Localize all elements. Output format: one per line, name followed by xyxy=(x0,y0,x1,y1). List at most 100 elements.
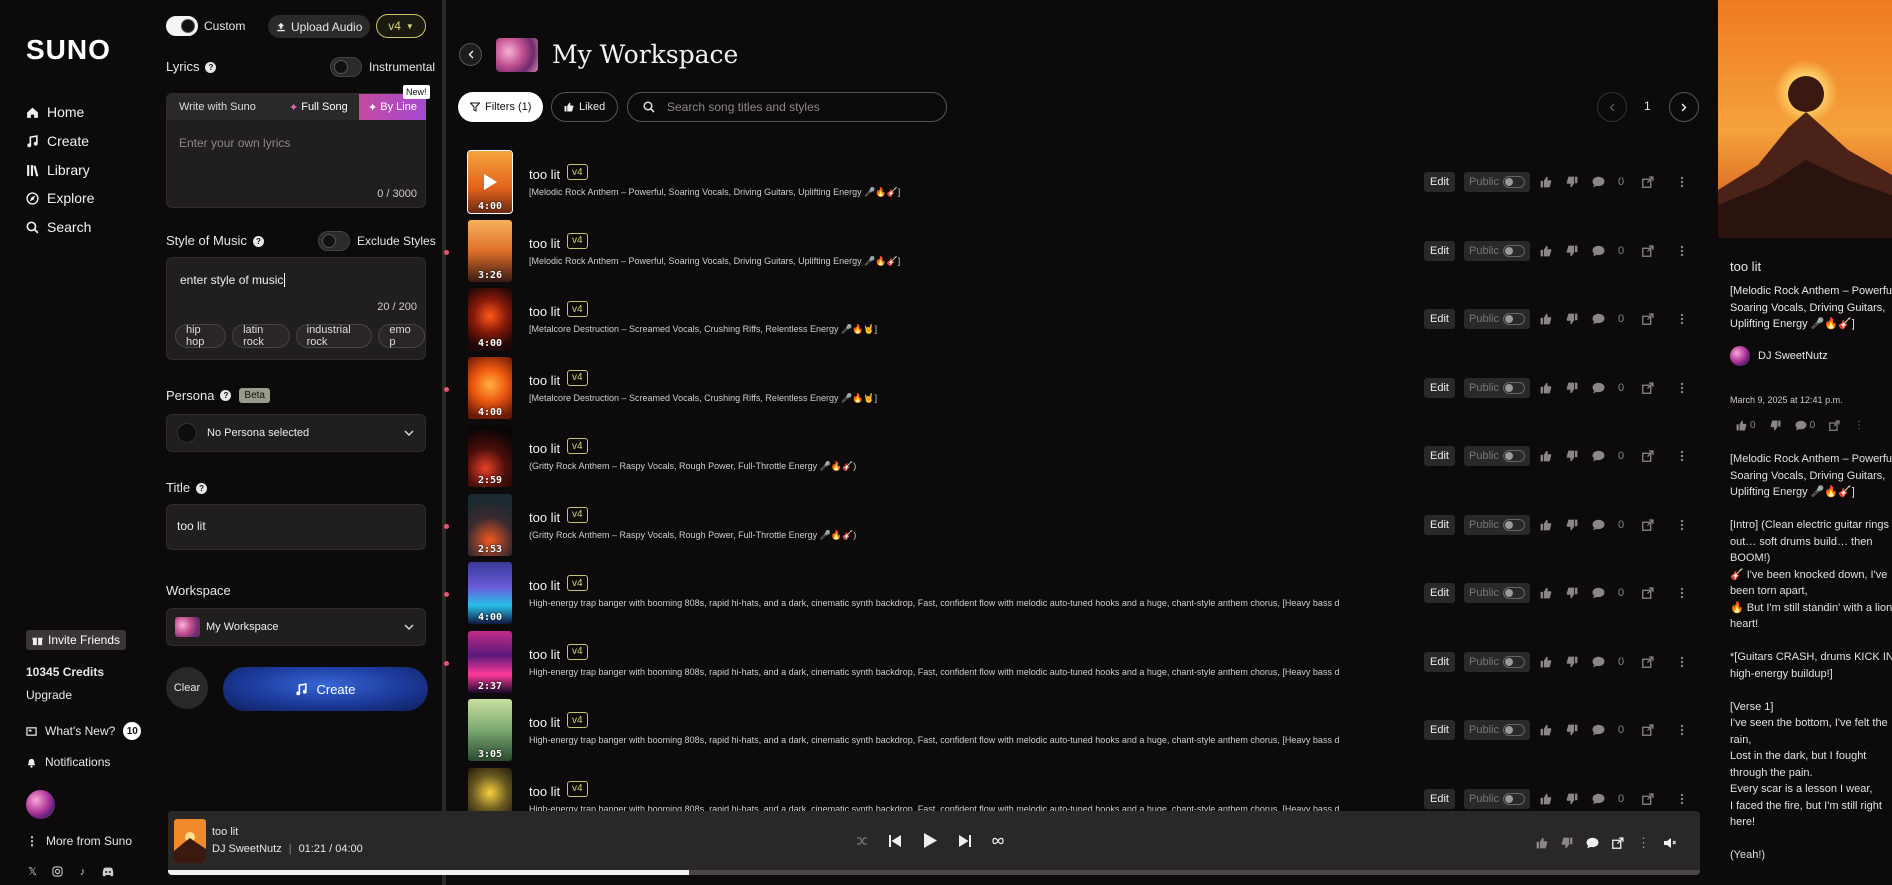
help-icon[interactable]: ? xyxy=(252,236,264,248)
song-title[interactable]: too lit xyxy=(529,373,560,388)
help-icon[interactable]: ? xyxy=(205,62,217,74)
detail-comment-button[interactable]: 0 xyxy=(1795,420,1815,431)
shuffle-icon[interactable] xyxy=(856,835,868,847)
nav-item-home[interactable]: Home xyxy=(26,104,84,120)
comment-icon[interactable] xyxy=(1592,519,1605,531)
invite-friends-button[interactable]: Invite Friends xyxy=(26,630,127,650)
song-thumbnail[interactable]: 4:00 xyxy=(468,288,512,350)
more-vertical-icon[interactable]: ⋮ xyxy=(1637,835,1650,851)
next-page-button[interactable] xyxy=(1669,92,1699,122)
comment-icon[interactable] xyxy=(1592,382,1605,394)
share-icon[interactable] xyxy=(1642,724,1654,736)
thumbs-up-icon[interactable] xyxy=(1540,724,1552,736)
song-title[interactable]: too lit xyxy=(529,715,560,730)
edit-button[interactable]: Edit xyxy=(1424,377,1455,398)
more-vertical-icon[interactable] xyxy=(1680,450,1684,462)
nav-item-create[interactable]: Create xyxy=(26,133,89,149)
back-button[interactable] xyxy=(459,43,482,66)
song-thumbnail[interactable]: 2:53 xyxy=(468,493,512,556)
instagram-icon[interactable] xyxy=(51,865,64,878)
more-vertical-icon[interactable] xyxy=(1680,656,1684,668)
thumbs-up-icon[interactable] xyxy=(1540,382,1552,394)
song-row[interactable]: 4:00 too lit v4 [Metalcore Destruction – Sc… xyxy=(444,356,1714,423)
share-icon[interactable] xyxy=(1642,381,1654,394)
public-toggle[interactable]: Public xyxy=(1464,240,1530,261)
nav-item-explore[interactable]: Explore xyxy=(26,190,94,206)
song-thumbnail[interactable]: 3:26 xyxy=(468,219,512,282)
share-icon[interactable] xyxy=(1642,587,1654,599)
song-row[interactable]: 4:00 too lit v4 [Metalcore Destruction – Sc… xyxy=(446,288,1714,354)
style-input[interactable]: enter style of music xyxy=(180,273,286,287)
song-row[interactable]: 4:00 too lit v4 High-energy trap banger wit… xyxy=(444,562,1714,628)
song-thumbnail[interactable]: 4:00 xyxy=(468,356,512,419)
more-vertical-icon[interactable]: ⋮ xyxy=(1854,420,1864,431)
style-tag[interactable]: emo p xyxy=(378,324,425,348)
more-vertical-icon[interactable] xyxy=(1680,793,1684,805)
edit-button[interactable]: Edit xyxy=(1424,514,1455,535)
edit-button[interactable]: Edit xyxy=(1424,651,1455,672)
comment-icon[interactable] xyxy=(1592,245,1605,257)
share-icon[interactable] xyxy=(1642,792,1654,805)
public-toggle[interactable]: Public xyxy=(1464,651,1530,672)
public-toggle[interactable]: Public xyxy=(1464,720,1530,740)
prev-page-button[interactable] xyxy=(1597,92,1627,122)
exclude-styles-toggle-group[interactable]: Exclude Styles xyxy=(318,231,436,251)
song-title[interactable]: too lit xyxy=(529,510,560,525)
song-row[interactable]: 2:53 too lit v4 (Gritty Rock Anthem – Raspy… xyxy=(444,493,1714,560)
song-thumbnail[interactable]: 3:05 xyxy=(468,699,512,761)
style-tag[interactable]: latin rock xyxy=(232,324,290,348)
public-toggle[interactable]: Public xyxy=(1464,788,1530,809)
edit-button[interactable]: Edit xyxy=(1424,720,1455,740)
repeat-infinity-icon[interactable] xyxy=(992,837,1004,845)
song-title[interactable]: too lit xyxy=(529,441,560,456)
thumbs-up-icon[interactable] xyxy=(1540,176,1552,188)
thumbs-down-icon[interactable] xyxy=(1566,245,1578,257)
thumbs-up-icon[interactable] xyxy=(1540,793,1552,805)
song-row[interactable]: 3:05 too lit v4 High-energy trap banger wit… xyxy=(446,699,1714,765)
thumbs-down-icon[interactable] xyxy=(1566,656,1578,668)
comment-icon[interactable] xyxy=(1592,313,1605,325)
play-icon[interactable] xyxy=(482,173,498,191)
comment-icon[interactable] xyxy=(1592,793,1605,805)
thumbs-up-icon[interactable] xyxy=(1540,245,1552,257)
comment-icon[interactable] xyxy=(1592,176,1605,188)
comment-icon[interactable] xyxy=(1592,656,1605,668)
edit-button[interactable]: Edit xyxy=(1424,446,1455,466)
thumbs-down-icon[interactable] xyxy=(1566,519,1578,531)
custom-toggle[interactable] xyxy=(166,16,198,36)
previous-icon[interactable] xyxy=(888,834,902,848)
song-thumbnail[interactable]: 4:00 xyxy=(468,562,512,624)
lyrics-textarea[interactable]: Enter your own lyrics xyxy=(179,136,290,150)
nav-item-library[interactable]: Library xyxy=(26,162,90,178)
song-thumbnail[interactable]: 4:00 xyxy=(467,150,513,214)
public-toggle[interactable]: Public xyxy=(1464,446,1530,466)
edit-button[interactable]: Edit xyxy=(1424,583,1455,603)
full-song-tab[interactable]: ✦ Full Song xyxy=(289,101,348,114)
public-toggle[interactable]: Public xyxy=(1464,309,1530,329)
title-input[interactable]: too lit xyxy=(166,504,426,550)
help-icon[interactable]: ? xyxy=(196,483,208,495)
thumbs-up-icon[interactable] xyxy=(1540,450,1552,462)
public-toggle[interactable]: Public xyxy=(1464,377,1530,398)
song-search-input[interactable]: Search song titles and styles xyxy=(627,92,947,122)
clear-button[interactable]: Clear xyxy=(166,667,208,709)
song-thumbnail[interactable]: 2:59 xyxy=(468,425,512,487)
song-row[interactable]: 3:26 too lit v4 [Melodic Rock Anthem – Powe… xyxy=(444,219,1714,286)
share-icon[interactable] xyxy=(1642,450,1654,462)
detail-like-button[interactable]: 0 xyxy=(1736,420,1756,431)
thumbs-down-icon[interactable] xyxy=(1770,420,1781,431)
more-vertical-icon[interactable] xyxy=(1680,176,1684,188)
song-title[interactable]: too lit xyxy=(529,578,560,593)
thumbs-up-icon[interactable] xyxy=(1540,313,1552,325)
comment-icon[interactable] xyxy=(1586,837,1599,849)
thumbs-down-icon[interactable] xyxy=(1566,724,1578,736)
edit-button[interactable]: Edit xyxy=(1424,788,1455,809)
song-row[interactable]: 2:59 too lit v4 (Gritty Rock Anthem – Raspy… xyxy=(446,425,1714,491)
player-artist[interactable]: DJ SweetNutz xyxy=(212,843,282,855)
thumbs-down-icon[interactable] xyxy=(1566,450,1578,462)
x-icon[interactable]: 𝕏 xyxy=(26,865,39,878)
more-vertical-icon[interactable] xyxy=(1680,245,1684,257)
edit-button[interactable]: Edit xyxy=(1424,240,1455,261)
thumbs-up-icon[interactable] xyxy=(1540,656,1552,668)
persona-select[interactable]: No Persona selected xyxy=(166,414,426,452)
